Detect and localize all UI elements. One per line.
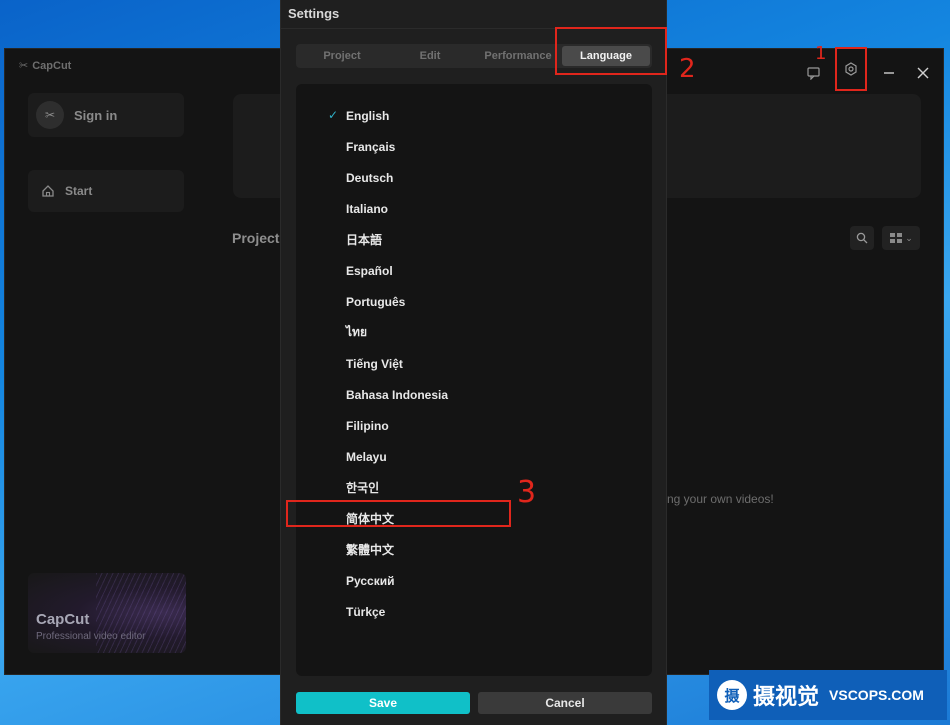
tab-performance[interactable]: Performance [474, 46, 562, 66]
annotation-box-simplified-chinese [286, 500, 511, 527]
watermark-logo-icon: 摄 [717, 680, 747, 710]
check-icon: ✓ [328, 108, 339, 122]
settings-dialog: Settings Project Edit Performance Langua… [280, 0, 667, 725]
annotation-number-3: 3 [517, 475, 537, 510]
sidebar-item-start[interactable]: Start [28, 170, 184, 212]
language-option-label: Deutsch [346, 170, 394, 185]
language-option-label: Русский [346, 573, 395, 588]
watermark-cn-text: 摄视觉 [753, 685, 820, 710]
language-option-label: Tiếng Việt [346, 356, 403, 371]
language-option[interactable]: Français [296, 131, 652, 162]
language-option-label: Français [346, 139, 396, 154]
promo-subtitle: Professional video editor [36, 631, 146, 642]
sign-in-button[interactable]: ✂ Sign in [28, 93, 184, 137]
feedback-icon[interactable] [801, 61, 825, 85]
close-icon[interactable] [911, 61, 935, 85]
dialog-footer: Save Cancel [296, 692, 652, 714]
annotation-box-language-tab [555, 27, 667, 75]
dialog-title: Settings [288, 6, 340, 21]
avatar: ✂ [36, 101, 64, 129]
language-option-label: Português [346, 294, 406, 309]
promo-banner[interactable]: CapCut Professional video editor [28, 573, 186, 653]
language-option-label: Español [346, 263, 393, 278]
language-option-label: Melayu [346, 449, 387, 464]
tab-project[interactable]: Project [298, 46, 386, 66]
minimize-icon[interactable] [877, 61, 901, 85]
language-option[interactable]: Tiếng Việt [296, 348, 652, 379]
annotation-number-2: 2 [679, 54, 696, 84]
projects-title: Projects [232, 230, 288, 246]
language-option[interactable]: Español [296, 255, 652, 286]
search-icon[interactable] [850, 226, 874, 250]
watermark-en-text: VSCOPS.COM [829, 687, 924, 703]
home-icon [42, 185, 54, 197]
language-option-label: 日本語 [346, 233, 383, 247]
sidebar: ✂ Sign in Start CapCut Professional vide… [5, 49, 200, 674]
language-option[interactable]: Türkçe [296, 596, 652, 627]
language-option-label: 한국인 [346, 481, 380, 495]
language-option[interactable]: Melayu [296, 441, 652, 472]
language-option[interactable]: Italiano [296, 193, 652, 224]
watermark: 摄 摄视觉 VSCOPS.COM [709, 670, 947, 720]
language-option[interactable]: ไทย [296, 317, 652, 348]
language-option-label: 繁體中文 [346, 543, 395, 557]
empty-state-text: ng your own videos! [667, 492, 774, 506]
cancel-button[interactable]: Cancel [478, 692, 652, 714]
language-option-label: Bahasa Indonesia [346, 387, 449, 402]
language-option[interactable]: Filipino [296, 410, 652, 441]
promo-title: CapCut [36, 611, 90, 628]
view-toggle-button[interactable]: ⌄ [882, 226, 920, 250]
chevron-down-icon: ⌄ [905, 232, 913, 243]
settings-gear-icon[interactable] [835, 47, 867, 91]
language-option[interactable]: 日本語 [296, 224, 652, 255]
grid-view-icon [890, 233, 903, 243]
annotation-number-1: 1 [815, 43, 827, 64]
sidebar-item-start-label: Start [65, 184, 93, 198]
language-option-label: English [346, 108, 390, 123]
language-option[interactable]: Bahasa Indonesia [296, 379, 652, 410]
language-option[interactable]: ✓ English [296, 100, 652, 131]
language-option-label: Filipino [346, 418, 389, 433]
language-option[interactable]: 한국인 [296, 472, 652, 503]
save-button[interactable]: Save [296, 692, 470, 714]
language-option[interactable]: Русский [296, 565, 652, 596]
tab-edit[interactable]: Edit [386, 46, 474, 66]
language-option[interactable]: 繁體中文 [296, 534, 652, 565]
language-panel: ✓ English Français Deutsch Italiano 日本語 Españo… [296, 84, 652, 676]
language-list: ✓ English Français Deutsch Italiano 日本語 Españo… [296, 100, 652, 627]
language-option[interactable]: Português [296, 286, 652, 317]
language-option[interactable]: Deutsch [296, 162, 652, 193]
language-option-label: Italiano [346, 201, 389, 216]
language-option-label: Türkçe [346, 604, 386, 619]
language-option-label: ไทย [346, 325, 367, 339]
sign-in-label: Sign in [74, 107, 118, 123]
